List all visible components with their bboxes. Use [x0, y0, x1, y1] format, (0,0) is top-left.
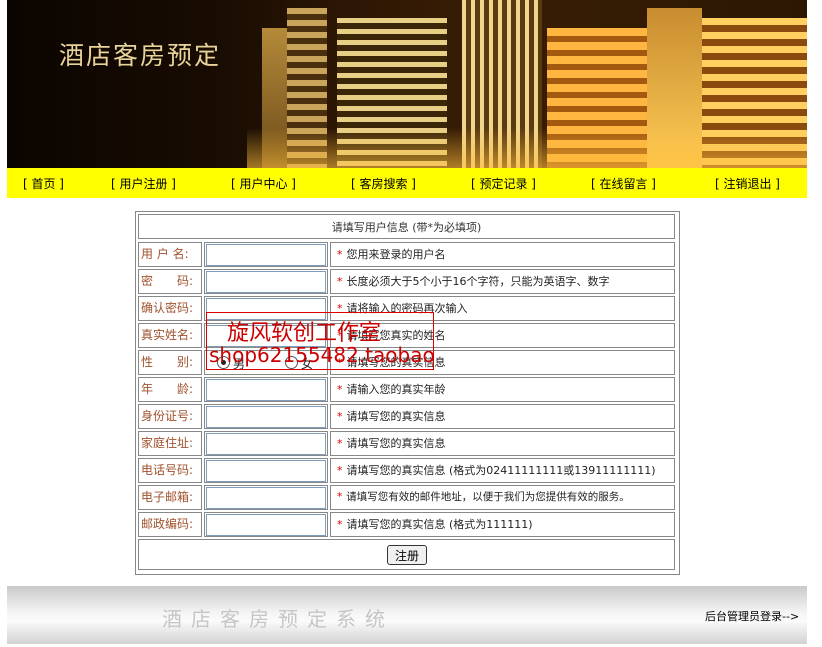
form-label-cell: 邮政编码: — [138, 512, 202, 537]
postcode-label: 邮政编码: — [141, 517, 194, 531]
required-mark: * — [337, 437, 343, 450]
phone-label: 电话号码: — [141, 463, 194, 477]
age-hint: 请输入您的真实年龄 — [346, 383, 446, 396]
required-mark: * — [337, 410, 343, 423]
idcard-label: 身份证号: — [141, 409, 194, 423]
form-label-cell: 性 别: — [138, 350, 202, 375]
password-label: 密 码: — [141, 274, 194, 288]
confirm-password-label: 确认密码: — [141, 301, 194, 315]
email-label: 电子邮箱: — [141, 490, 194, 504]
nav-logout[interactable]: [ 注销退出 ] — [715, 175, 780, 192]
nav-room-search[interactable]: [ 客房搜索 ] — [351, 175, 416, 192]
age-input[interactable] — [206, 379, 326, 401]
footer-title: 酒店客房预定系统 — [162, 607, 394, 631]
form-label-cell: 密 码: — [138, 269, 202, 294]
email-input[interactable] — [206, 487, 326, 509]
header-banner: 酒店客房预定 — [7, 0, 807, 168]
nav-user-center[interactable]: [ 用户中心 ] — [231, 175, 296, 192]
footer: 酒店客房预定系统 后台管理员登录--> — [7, 586, 807, 644]
username-input[interactable] — [206, 244, 326, 266]
form-input-cell — [204, 458, 328, 483]
gender-label: 性 别: — [141, 355, 194, 369]
required-mark: * — [337, 491, 343, 503]
form-label-cell: 真实姓名: — [138, 323, 202, 348]
banner-lights — [247, 128, 807, 168]
age-label: 年 龄: — [141, 382, 194, 396]
register-button[interactable]: 注册 — [387, 545, 427, 565]
form-hint-cell: * 请填写您的真实信息 — [330, 404, 675, 429]
idcard-hint: 请填写您的真实信息 — [346, 410, 446, 423]
username-label: 用 户 名: — [141, 247, 189, 261]
nav-guestbook[interactable]: [ 在线留言 ] — [591, 175, 656, 192]
form-label-cell: 身份证号: — [138, 404, 202, 429]
username-hint: 您用来登录的用户名 — [346, 248, 446, 261]
nav-register[interactable]: [ 用户注册 ] — [111, 175, 176, 192]
form-label-cell: 用 户 名: — [138, 242, 202, 267]
form-label-cell: 确认密码: — [138, 296, 202, 321]
nav-booking-records[interactable]: [ 预定记录 ] — [471, 175, 536, 192]
idcard-input[interactable] — [206, 406, 326, 428]
password-hint: 长度必须大于5个小于16个字符，只能为英语字、数字 — [346, 275, 610, 288]
form-header: 请填写用户信息 (带*为必填项) — [138, 214, 675, 239]
form-hint-cell: * 请输入您的真实年龄 — [330, 377, 675, 402]
form-hint-cell: * 请填写您的真实信息 (格式为02411111111或13911111111) — [330, 458, 675, 483]
form-label-cell: 家庭住址: — [138, 431, 202, 456]
form-input-cell — [204, 485, 328, 510]
form-input-cell — [204, 431, 328, 456]
realname-label: 真实姓名: — [141, 328, 194, 342]
postcode-input[interactable] — [206, 514, 326, 536]
watermark: 旋风软创工作室 shop62155482.taobao — [206, 312, 435, 370]
form-hint-cell: * 请填写您的真实信息 — [330, 431, 675, 456]
nav-home[interactable]: [ 首页 ] — [23, 175, 64, 192]
form-hint-cell: * 请填写您有效的邮件地址，以便于我们为您提供有效的服务。 — [330, 485, 675, 510]
form-input-cell — [204, 377, 328, 402]
form-label-cell: 年 龄: — [138, 377, 202, 402]
banner-title: 酒店客房预定 — [59, 41, 222, 70]
form-label-cell: 电子邮箱: — [138, 485, 202, 510]
form-input-cell — [204, 512, 328, 537]
required-mark: * — [337, 275, 343, 288]
form-label-cell: 电话号码: — [138, 458, 202, 483]
phone-input[interactable] — [206, 460, 326, 482]
form-hint-cell: * 长度必须大于5个小于16个字符，只能为英语字、数字 — [330, 269, 675, 294]
password-input[interactable] — [206, 271, 326, 293]
required-mark: * — [337, 518, 343, 531]
form-input-cell — [204, 242, 328, 267]
address-input[interactable] — [206, 433, 326, 455]
required-mark: * — [337, 248, 343, 261]
required-mark: * — [337, 464, 343, 477]
address-label: 家庭住址: — [141, 436, 194, 450]
watermark-line2: shop62155482.taobao — [209, 343, 435, 367]
form-hint-cell: * 您用来登录的用户名 — [330, 242, 675, 267]
phone-hint: 请填写您的真实信息 (格式为02411111111或13911111111) — [346, 464, 656, 477]
address-hint: 请填写您的真实信息 — [346, 437, 446, 450]
form-hint-cell: * 请填写您的真实信息 (格式为111111) — [330, 512, 675, 537]
form-input-cell — [204, 269, 328, 294]
email-hint: 请填写您有效的邮件地址，以便于我们为您提供有效的服务。 — [346, 491, 630, 503]
registration-form: 请填写用户信息 (带*为必填项) 用 户 名: * 您用来登录的用户名 密 码: … — [135, 211, 680, 575]
main-nav: [ 首页 ] [ 用户注册 ] [ 用户中心 ] [ 客房搜索 ] [ 预定记录… — [7, 168, 807, 198]
form-input-cell — [204, 404, 328, 429]
required-mark: * — [337, 383, 343, 396]
postcode-hint: 请填写您的真实信息 (格式为111111) — [346, 518, 533, 531]
admin-login-link[interactable]: 后台管理员登录--> — [705, 608, 799, 624]
